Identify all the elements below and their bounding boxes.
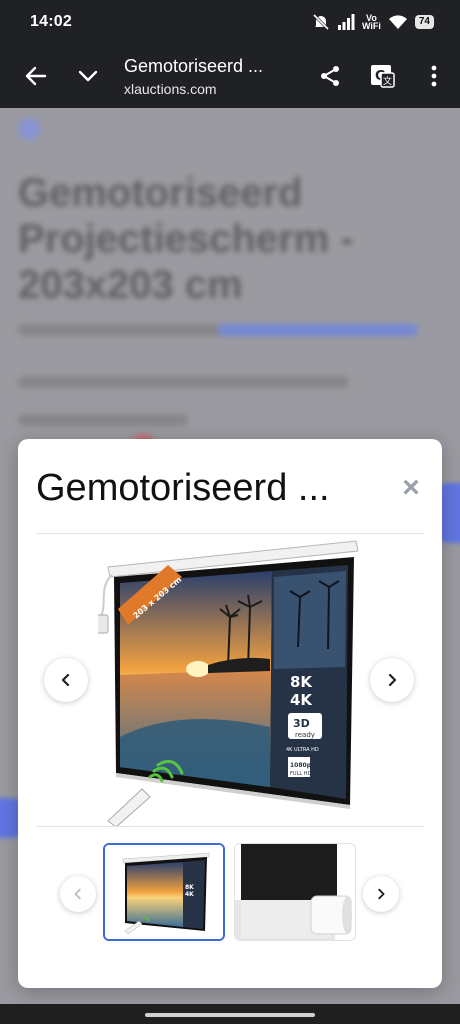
page-url: xlauctions.com [124, 80, 217, 97]
wifi-calling-icon: Vo WiFi [361, 14, 381, 31]
overlay-1080-text: 1080p [290, 762, 312, 769]
background-logo-dot [18, 118, 40, 140]
translate-icon[interactable]: G文 [356, 50, 408, 102]
back-arrow-icon[interactable] [10, 50, 62, 102]
status-bar: 14:02 Vo WiFi 74 [0, 0, 460, 44]
background-text-line [18, 376, 349, 388]
browser-toolbar: Gemotoriseerd ... xlauctions.com G文 [0, 44, 460, 108]
background-text-line [18, 414, 188, 426]
signal-icon [337, 14, 355, 30]
wifi-icon [388, 14, 408, 30]
home-gesture-handle[interactable] [145, 1013, 315, 1017]
overlay-8k-text: 8K [290, 673, 313, 691]
svg-text:文: 文 [383, 75, 392, 87]
chevron-left-icon [74, 888, 81, 900]
thumbnail-8k-text: 8K [185, 884, 194, 891]
overlay-ready-text: ready [295, 731, 315, 739]
background-heading: Gemotoriseerd Projectiescherm - 203x203 … [18, 171, 354, 307]
next-image-button[interactable] [370, 658, 414, 702]
modal-title: Gemotoriseerd ... [36, 467, 330, 509]
product-image[interactable]: 203 x 203 cm 8K 4K 3D ready 4K ULTRA HD … [93, 537, 368, 828]
thumbnail-2[interactable] [234, 843, 356, 941]
previous-image-button[interactable] [44, 658, 88, 702]
close-icon[interactable]: × [398, 473, 424, 503]
overlay-fullhd-text: FULL HD [290, 771, 311, 777]
wifi-calling-bottom: WiFi [361, 21, 381, 31]
overlay-3d-text: 3D [293, 717, 310, 730]
image-gallery-modal: Gemotoriseerd ... × 203 x 203 cm 8K 4K 3… [18, 439, 442, 988]
screen: 14:02 Vo WiFi 74 Gemotoriseerd ... xlauc… [0, 0, 460, 1024]
thumbnails-prev-button[interactable] [60, 876, 96, 912]
more-vert-icon[interactable] [408, 50, 460, 102]
divider [36, 826, 424, 827]
chevron-right-icon [388, 673, 397, 687]
system-nav-bar [0, 1004, 460, 1024]
overlay-4k-ultra-text: 4K ULTRA HD [286, 747, 319, 753]
status-time: 14:02 [30, 13, 72, 30]
thumbnail-4k-text: 4K [185, 891, 194, 898]
status-icons: Vo WiFi 74 [312, 13, 434, 31]
mute-icon [312, 13, 330, 31]
chevron-right-icon [378, 888, 385, 900]
share-icon[interactable] [304, 50, 356, 102]
overlay-4k-text: 4K [290, 691, 313, 709]
thumbnails-next-button[interactable] [363, 876, 399, 912]
background-content: Gemotoriseerd Projectiescherm - 203x203 … [0, 108, 460, 470]
background-link-line [218, 324, 418, 336]
page-title: Gemotoriseerd ... [124, 55, 264, 76]
thumbnail-1[interactable]: 8K 4K [103, 843, 225, 941]
battery-icon: 74 [414, 15, 434, 29]
chevron-down-icon[interactable] [62, 50, 114, 102]
divider [36, 533, 424, 534]
chevron-left-icon [61, 673, 70, 687]
page-title-block[interactable]: Gemotoriseerd ... xlauctions.com [114, 56, 304, 97]
